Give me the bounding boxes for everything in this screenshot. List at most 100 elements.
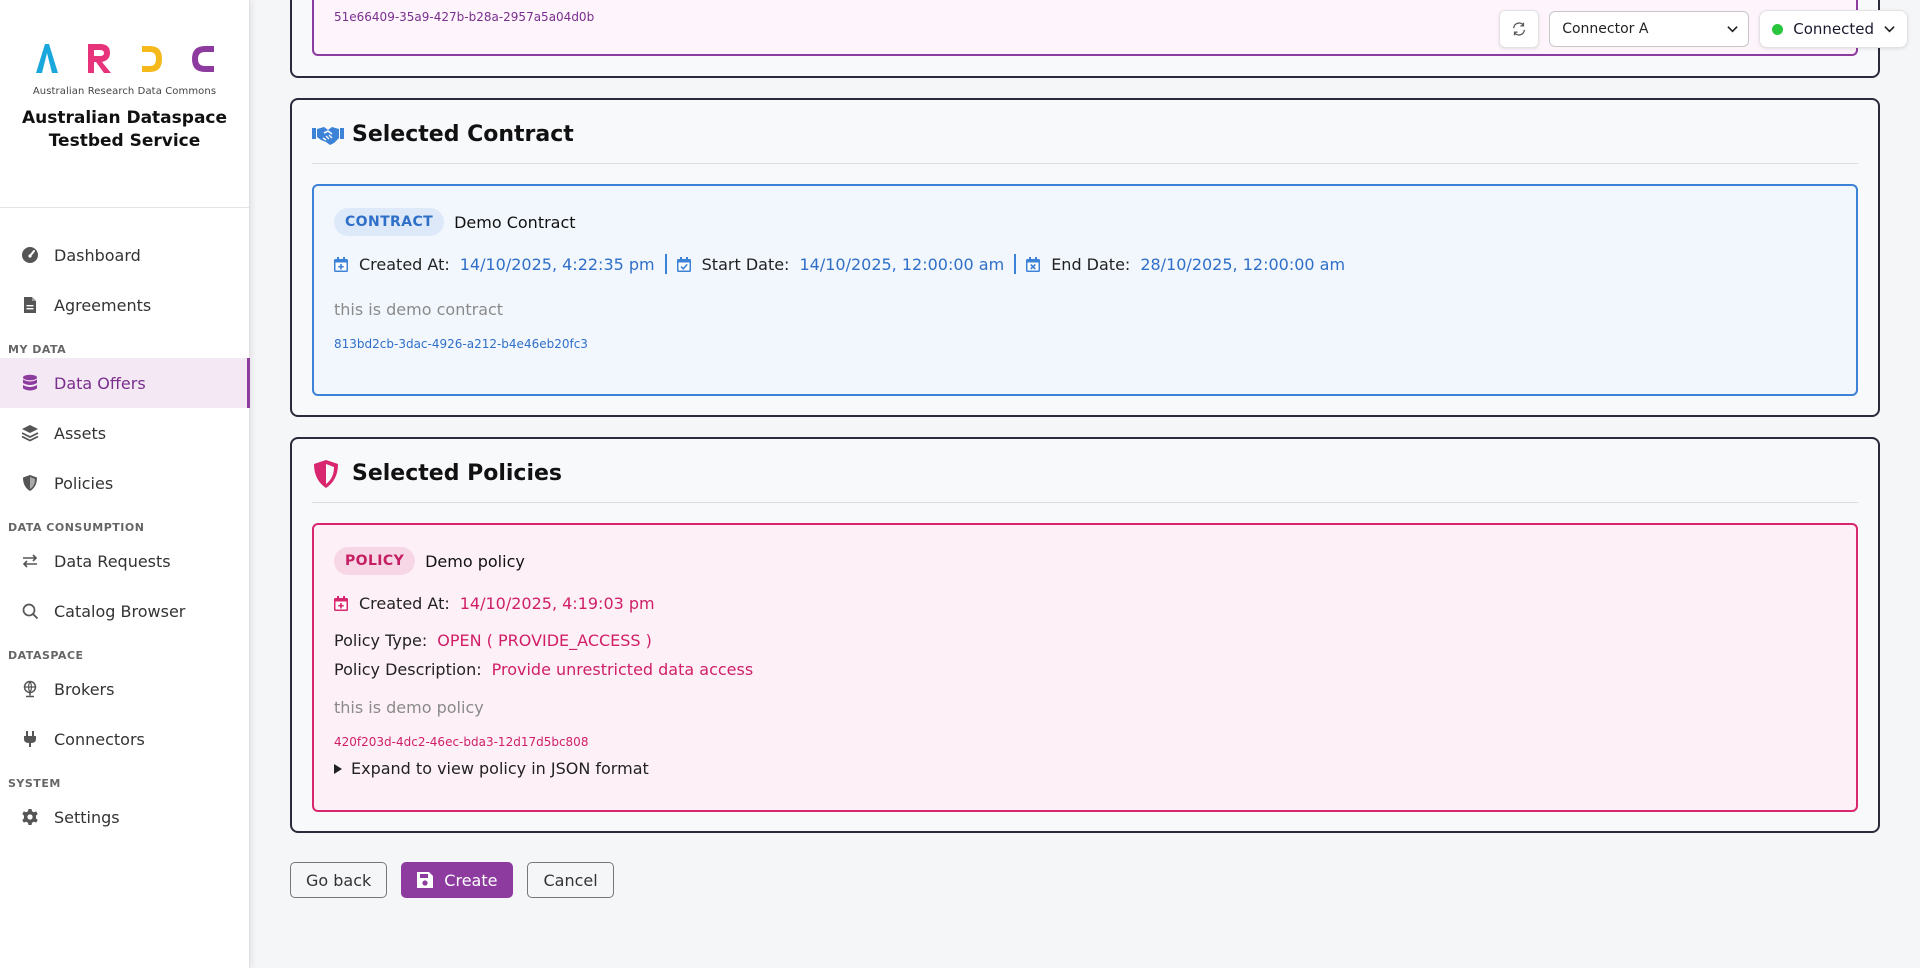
- connection-status-dropdown[interactable]: Connected: [1759, 10, 1908, 48]
- brand-title-line2: Testbed Service: [48, 131, 201, 151]
- sidebar-item-label: Dashboard: [54, 245, 141, 265]
- plug-icon: [21, 730, 39, 748]
- policy-json-expander[interactable]: Expand to view policy in JSON format: [334, 759, 1836, 778]
- sidebar-item-label: Data Offers: [54, 373, 146, 393]
- ardc-logo: [32, 38, 218, 78]
- gear-icon: [21, 808, 39, 826]
- policy-json-expander-label: Expand to view policy in JSON format: [351, 759, 649, 778]
- policy-desc-label: Policy Description:: [334, 659, 482, 679]
- brand-title: Australian Dataspace Testbed Service: [22, 107, 227, 153]
- policy-item: POLICY Demo policy Created At: 14/10/202…: [312, 523, 1858, 812]
- contract-tag: CONTRACT: [334, 208, 445, 236]
- document-icon: [21, 296, 39, 314]
- policy-desc-value: Provide unrestricted data access: [491, 659, 754, 679]
- policy-created: Created At: 14/10/2025, 4:19:03 pm: [334, 591, 1836, 615]
- contract-description: this is demo contract: [334, 300, 504, 319]
- divider: [1014, 254, 1017, 274]
- shield-half-icon: [312, 459, 344, 488]
- sidebar-item-data-requests[interactable]: Data Requests: [0, 536, 249, 586]
- brand-header: Australian Research Data Commons Austral…: [0, 0, 249, 208]
- connector-select-value: Connector A: [1562, 21, 1649, 37]
- sidebar-item-dashboard[interactable]: Dashboard: [0, 230, 249, 280]
- gauge-icon: [21, 246, 39, 264]
- sidebar-item-label: Assets: [54, 423, 107, 443]
- policy-name: Demo policy: [425, 551, 525, 571]
- save-icon: [417, 872, 434, 888]
- create-button[interactable]: Create: [401, 862, 514, 898]
- contract-uuid: 813bd2cb-3dac-4926-a212-b4e46eb20fc3: [334, 337, 588, 351]
- policy-type-row: Policy Type: OPEN ( PROVIDE_ACCESS ): [334, 629, 1836, 651]
- policy-tag-row: POLICY Demo policy: [334, 545, 1836, 577]
- start-date-value: 14/10/2025, 12:00:00 am: [799, 254, 1005, 274]
- end-date-label: End Date:: [1051, 254, 1131, 274]
- contract-item: CONTRACT Demo Contract Created At: 14/10…: [312, 184, 1858, 396]
- refresh-button[interactable]: [1499, 10, 1540, 48]
- globe-icon: [21, 680, 39, 698]
- sidebar: Australian Research Data Commons Austral…: [0, 0, 250, 968]
- created-at-label: Created At:: [359, 254, 450, 274]
- nav-section-system: SYSTEM: [8, 777, 61, 790]
- connection-status-label: Connected: [1793, 20, 1874, 38]
- contract-card-title: Selected Contract: [352, 122, 574, 147]
- policy-uuid: 420f203d-4dc2-46ec-bda3-12d17d5bc808: [334, 735, 589, 749]
- sidebar-item-label: Agreements: [54, 295, 152, 315]
- chevron-down-icon: [1727, 26, 1738, 33]
- sidebar-item-assets[interactable]: Assets: [0, 408, 249, 458]
- layers-icon: [21, 424, 39, 442]
- selected-policies-card: Selected Policies POLICY Demo policy Cre…: [290, 437, 1880, 833]
- go-back-button[interactable]: Go back: [290, 862, 388, 898]
- top-toolbar: Connector A Connected: [1499, 10, 1908, 48]
- contract-name: Demo Contract: [454, 212, 576, 232]
- end-date-value: 28/10/2025, 12:00:00 am: [1140, 254, 1346, 274]
- selected-contract-card: Selected Contract CONTRACT Demo Contract…: [290, 98, 1880, 417]
- created-at-value: 14/10/2025, 4:22:35 pm: [459, 254, 655, 274]
- refresh-icon: [1513, 22, 1526, 36]
- sidebar-item-agreements[interactable]: Agreements: [0, 280, 249, 330]
- sidebar-item-policies[interactable]: Policies: [0, 458, 249, 508]
- connector-select[interactable]: Connector A: [1549, 11, 1750, 47]
- cancel-button[interactable]: Cancel: [527, 862, 614, 898]
- policy-description: this is demo policy: [334, 698, 484, 717]
- sidebar-item-catalog-browser[interactable]: Catalog Browser: [0, 586, 249, 636]
- nav-section-dataspace: DATASPACE: [8, 649, 84, 662]
- sidebar-item-connectors[interactable]: Connectors: [0, 714, 249, 764]
- sidebar-item-label: Data Requests: [54, 551, 171, 571]
- divider: [664, 254, 667, 274]
- policy-created-value: 14/10/2025, 4:19:03 pm: [459, 593, 655, 613]
- policies-card-title: Selected Policies: [352, 461, 563, 486]
- form-actions: Go back Create Cancel: [290, 862, 614, 898]
- sidebar-item-label: Catalog Browser: [54, 601, 186, 621]
- sidebar-item-data-offers[interactable]: Data Offers: [0, 358, 250, 408]
- calendar-plus-icon: [334, 595, 348, 611]
- database-icon: [21, 374, 39, 392]
- contract-dates: Created At: 14/10/2025, 4:22:35 pm Start…: [334, 252, 1836, 276]
- logo-letter-d-icon: [141, 46, 162, 72]
- search-icon: [21, 602, 39, 620]
- logo-letter-a-icon: [35, 44, 58, 73]
- disclosure-triangle-icon: [334, 763, 342, 774]
- sidebar-nav: Dashboard Agreements MY DATA Data Offers…: [0, 208, 250, 842]
- shield-icon: [21, 474, 39, 492]
- nav-section-my-data: MY DATA: [8, 343, 67, 356]
- sidebar-item-label: Policies: [54, 473, 114, 493]
- logo-letter-r-icon: [87, 44, 111, 73]
- handshake-icon: [312, 121, 344, 149]
- policy-created-label: Created At:: [359, 593, 450, 613]
- sidebar-item-label: Brokers: [54, 679, 115, 699]
- policies-card-header: Selected Policies: [312, 439, 1858, 503]
- calendar-plus-icon: [334, 256, 348, 272]
- sidebar-item-label: Connectors: [54, 729, 145, 749]
- chevron-down-icon: [1884, 26, 1895, 33]
- brand-subtitle: Australian Research Data Commons: [32, 86, 217, 97]
- sidebar-item-label: Settings: [54, 807, 120, 827]
- nav-section-data-consumption: DATA CONSUMPTION: [8, 521, 145, 534]
- sidebar-item-brokers[interactable]: Brokers: [0, 664, 249, 714]
- create-button-label: Create: [444, 870, 498, 890]
- contract-tag-row: CONTRACT Demo Contract: [334, 206, 1836, 238]
- logo-letter-c-icon: [191, 46, 214, 72]
- sidebar-item-settings[interactable]: Settings: [0, 792, 249, 842]
- brand-title-line1: Australian Dataspace: [21, 108, 228, 128]
- start-date-label: Start Date:: [701, 254, 790, 274]
- calendar-x-icon: [1026, 256, 1041, 272]
- contract-card-header: Selected Contract: [312, 100, 1858, 164]
